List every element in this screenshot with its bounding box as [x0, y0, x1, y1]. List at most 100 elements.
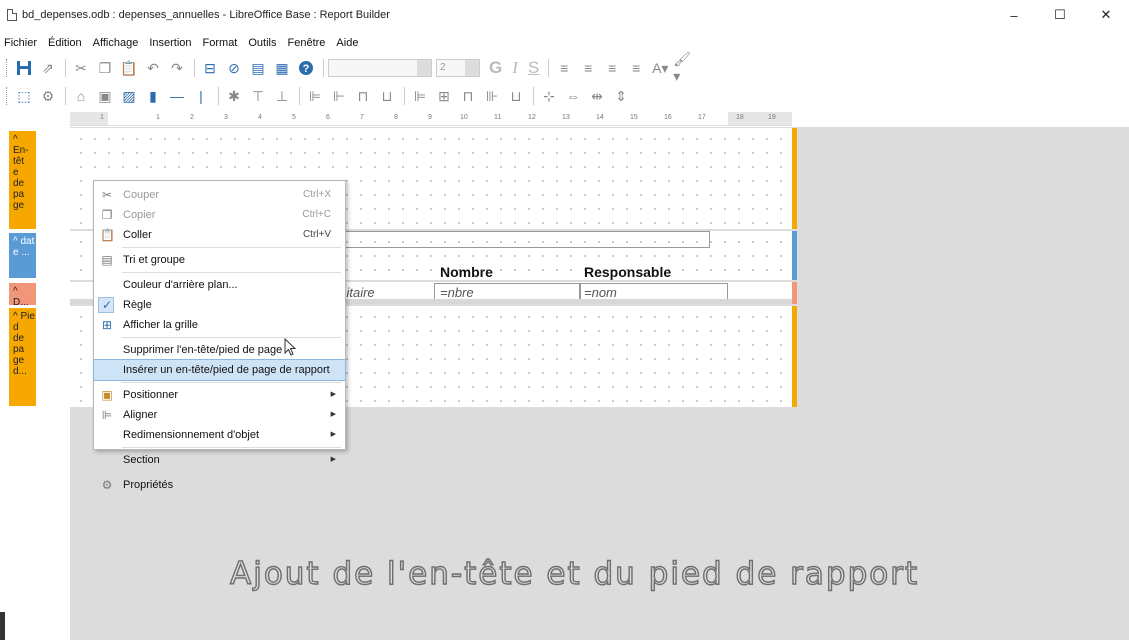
equal-spacing-icon[interactable]: ⇔	[562, 85, 584, 107]
navigator-icon[interactable]: ⊘	[223, 57, 245, 79]
menu-insertion[interactable]: Insertion	[149, 37, 191, 49]
menu-item-insert-report-header-footer[interactable]: Insérer un en-tête/pied de page de rappo…	[93, 359, 346, 381]
field-nom[interactable]: =nom	[584, 285, 617, 300]
menu-item-object-resizing[interactable]: Redimensionnement d'objet ▶	[94, 425, 345, 445]
horizontal-line-icon[interactable]: —	[166, 85, 188, 107]
field-nbre[interactable]: =nbre	[440, 285, 474, 300]
chevron-down-icon[interactable]	[465, 60, 479, 76]
font-color-icon[interactable]: A▾	[649, 57, 671, 79]
menu-aide[interactable]: Aide	[336, 37, 358, 49]
align-section-bottom-icon[interactable]: ⊔	[376, 85, 398, 107]
image-icon[interactable]: ▨	[118, 85, 140, 107]
chart-icon[interactable]: ▮	[142, 85, 164, 107]
align-section-top-icon[interactable]: ⊓	[352, 85, 374, 107]
standard-toolbar: ⇗ ✂ ❐ 📋 ↶ ↷ ⊟ ⊘ ▤ ▦ ? 2 G I S ≡ ≡ ≡ ≡ A▾…	[0, 51, 1129, 84]
sorting-grouping-icon[interactable]: ▤	[247, 57, 269, 79]
export-icon[interactable]: ⇗	[37, 57, 59, 79]
window-title: bd_depenses.odb : depenses_annuelles - L…	[22, 9, 390, 21]
horizontal-ruler: 1 1 2 3 4 5 6 7 8 9 10 11 12 13 14 15 16…	[70, 112, 792, 126]
mouse-cursor-icon	[284, 338, 297, 356]
menu-item-copy[interactable]: ❐ Copier Ctrl+C	[94, 205, 345, 225]
sort-group-icon: ▤	[101, 253, 113, 267]
distribute-icon[interactable]: ⊹	[538, 85, 560, 107]
text-box-icon[interactable]: ▣	[94, 85, 116, 107]
column-header-nombre[interactable]: Nombre	[440, 264, 493, 280]
menu-item-show-grid[interactable]: ⊞ Afficher la grille	[94, 315, 345, 335]
select-icon[interactable]: ⬚	[13, 85, 35, 107]
align-top-icon[interactable]: ⊤	[247, 85, 269, 107]
menu-item-ruler[interactable]: ✓ Règle	[94, 295, 345, 315]
save-icon[interactable]	[13, 57, 35, 79]
gear-icon[interactable]: ⚙	[37, 85, 59, 107]
align-icon[interactable]: ✱	[223, 85, 245, 107]
maximize-button[interactable]: ☐	[1037, 0, 1083, 30]
undo-icon[interactable]: ↶	[142, 57, 164, 79]
submenu-arrow-icon: ▶	[330, 456, 336, 463]
close-button[interactable]: ✕	[1083, 0, 1129, 30]
position-icon: ▣	[101, 388, 113, 402]
window-controls: – ☐ ✕	[991, 0, 1129, 30]
chevron-down-icon[interactable]	[417, 60, 431, 76]
fit-width-icon[interactable]: ⊓	[457, 85, 479, 107]
checkmark-icon: ✓	[101, 298, 113, 312]
horizontal-spacing-icon[interactable]: ⇹	[586, 85, 608, 107]
menu-edition[interactable]: Édition	[48, 37, 82, 49]
help-icon[interactable]: ?	[295, 57, 317, 79]
bold-button[interactable]: G	[489, 58, 502, 78]
align-bottom-icon[interactable]: ⊥	[271, 85, 293, 107]
menu-format[interactable]: Format	[203, 37, 238, 49]
toolbar-grip[interactable]	[6, 59, 9, 77]
menu-item-section[interactable]: Section ▶	[94, 450, 345, 470]
redo-icon[interactable]: ↷	[166, 57, 188, 79]
group-header-section-tab[interactable]: ^ dat e ...	[9, 233, 36, 278]
menu-fenetre[interactable]: Fenêtre	[288, 37, 326, 49]
align-right-objects-icon[interactable]: ⊩	[328, 85, 350, 107]
menu-item-cut[interactable]: ✂ Couper Ctrl+X	[94, 185, 345, 205]
justify-icon[interactable]: ≡	[625, 57, 647, 79]
same-height-icon[interactable]: ⊞	[433, 85, 455, 107]
vertical-spacing-icon[interactable]: ⇕	[610, 85, 632, 107]
label-icon[interactable]: ⌂	[70, 85, 92, 107]
copy-icon[interactable]: ❐	[94, 57, 116, 79]
add-field-icon[interactable]: ⊟	[199, 57, 221, 79]
background-color-icon[interactable]: 🖌▾	[673, 51, 695, 84]
menu-item-delete-header-footer[interactable]: Supprimer l'en-tête/pied de page	[94, 340, 345, 360]
menu-item-background-color[interactable]: Couleur d'arrière plan...	[94, 275, 345, 295]
menu-item-align[interactable]: ⊫ Aligner ▶	[94, 405, 345, 425]
shrink-icon[interactable]: ⊔	[505, 85, 527, 107]
align-left-icon[interactable]: ≡	[553, 57, 575, 79]
font-name-combo[interactable]	[328, 59, 432, 77]
detail-section-tab[interactable]: ^ D...	[9, 283, 36, 308]
grid-icon: ⊞	[101, 318, 113, 332]
font-size-combo[interactable]: 2	[436, 59, 480, 77]
title-bar: bd_depenses.odb : depenses_annuelles - L…	[0, 0, 1129, 30]
submenu-arrow-icon: ▶	[330, 391, 336, 398]
menu-item-position[interactable]: ▣ Positionner ▶	[94, 385, 345, 405]
menu-outils[interactable]: Outils	[248, 37, 276, 49]
menu-affichage[interactable]: Affichage	[93, 37, 139, 49]
paste-icon[interactable]: 📋	[118, 57, 140, 79]
fit-height-icon[interactable]: ⊪	[481, 85, 503, 107]
menu-bar: Fichier Édition Affichage Insertion Form…	[0, 34, 369, 52]
paste-icon: 📋	[100, 228, 115, 242]
menu-item-properties[interactable]: ⚙ Propriétés	[94, 475, 345, 495]
page-footer-section-tab[interactable]: ^ Pie d de pa ge d...	[9, 308, 36, 406]
menu-item-paste[interactable]: 📋 Coller Ctrl+V	[94, 225, 345, 245]
toolbar-grip[interactable]	[6, 87, 9, 105]
align-left-objects-icon[interactable]: ⊫	[304, 85, 326, 107]
same-width-icon[interactable]: ⊫	[409, 85, 431, 107]
menu-fichier[interactable]: Fichier	[4, 37, 37, 49]
minimize-button[interactable]: –	[991, 0, 1037, 30]
cut-icon[interactable]: ✂	[70, 57, 92, 79]
vertical-line-icon[interactable]: |	[190, 85, 212, 107]
align-center-icon[interactable]: ≡	[577, 57, 599, 79]
page-header-section-tab[interactable]: ^ En- têt e de pa ge	[9, 131, 36, 229]
underline-button[interactable]: S	[528, 58, 539, 78]
align-right-icon[interactable]: ≡	[601, 57, 623, 79]
column-header-responsable[interactable]: Responsable	[584, 264, 671, 280]
italic-button[interactable]: I	[512, 58, 518, 78]
submenu-arrow-icon: ▶	[330, 411, 336, 418]
page-number-icon[interactable]: ▦	[271, 57, 293, 79]
menu-item-sort-group[interactable]: ▤ Tri et groupe	[94, 250, 345, 270]
group-field[interactable]	[310, 231, 710, 248]
